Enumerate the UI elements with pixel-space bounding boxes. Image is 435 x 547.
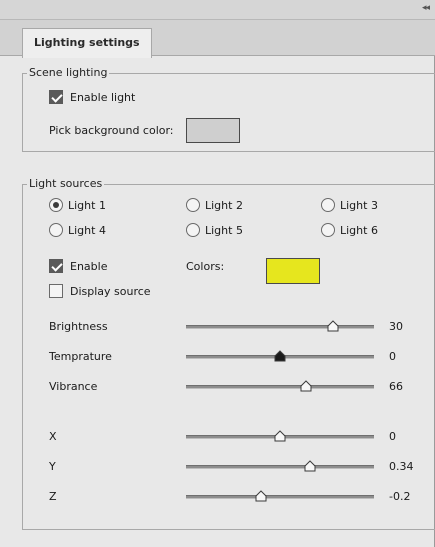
enable-source-checkbox[interactable] xyxy=(49,259,63,273)
enable-light-label: Enable light xyxy=(70,91,136,104)
enable-light-checkbox[interactable] xyxy=(49,90,63,104)
z-slider-track[interactable] xyxy=(186,495,374,499)
panel-title-bar: ◂◂ xyxy=(0,0,435,20)
brightness-slider-thumb[interactable] xyxy=(327,320,339,332)
light-5-radio[interactable] xyxy=(186,223,200,237)
vibrance-slider-thumb[interactable] xyxy=(300,380,312,392)
vibrance-label: Vibrance xyxy=(49,380,98,393)
light-2-radio[interactable] xyxy=(186,198,200,212)
light-4-label: Light 4 xyxy=(68,224,106,237)
light-1-radio[interactable] xyxy=(49,198,63,212)
light-2-label: Light 2 xyxy=(205,199,243,212)
x-slider-thumb[interactable] xyxy=(274,430,286,442)
light-sources-legend: Light sources xyxy=(27,177,105,190)
y-value: 0.34 xyxy=(389,460,414,473)
light-6-radio[interactable] xyxy=(321,223,335,237)
background-color-label: Pick background color: xyxy=(49,124,174,137)
light-5-label: Light 5 xyxy=(205,224,243,237)
z-slider-thumb[interactable] xyxy=(255,490,267,502)
vibrance-value: 66 xyxy=(389,380,403,393)
z-label: Z xyxy=(49,490,57,503)
y-slider-thumb[interactable] xyxy=(304,460,316,472)
light-3-label: Light 3 xyxy=(340,199,378,212)
light-6-label: Light 6 xyxy=(340,224,378,237)
light-4-radio[interactable] xyxy=(49,223,63,237)
y-slider-track[interactable] xyxy=(186,465,374,469)
display-source-label: Display source xyxy=(70,285,151,298)
colors-label: Colors: xyxy=(186,260,225,273)
enable-source-label: Enable xyxy=(70,260,108,273)
tab-lighting-settings[interactable]: Lighting settings xyxy=(22,28,152,58)
temprature-value: 0 xyxy=(389,350,396,363)
temprature-slider-thumb[interactable] xyxy=(274,350,286,362)
brightness-label: Brightness xyxy=(49,320,108,333)
collapse-panel-icon[interactable]: ◂◂ xyxy=(422,3,430,13)
display-source-checkbox[interactable] xyxy=(49,284,63,298)
x-label: X xyxy=(49,430,57,443)
light-1-label: Light 1 xyxy=(68,199,106,212)
temprature-label: Temprature xyxy=(49,350,112,363)
brightness-value: 30 xyxy=(389,320,403,333)
z-value: -0.2 xyxy=(389,490,411,503)
light-3-radio[interactable] xyxy=(321,198,335,212)
scene-lighting-legend: Scene lighting xyxy=(27,66,110,79)
lighting-settings-panel: ◂◂ Lighting settings Scene lighting Enab… xyxy=(0,0,435,547)
y-label: Y xyxy=(49,460,56,473)
brightness-slider-track[interactable] xyxy=(186,325,374,329)
light-color-picker[interactable] xyxy=(266,258,320,284)
vibrance-slider-track[interactable] xyxy=(186,385,374,389)
background-color-picker[interactable] xyxy=(186,118,240,143)
x-value: 0 xyxy=(389,430,396,443)
